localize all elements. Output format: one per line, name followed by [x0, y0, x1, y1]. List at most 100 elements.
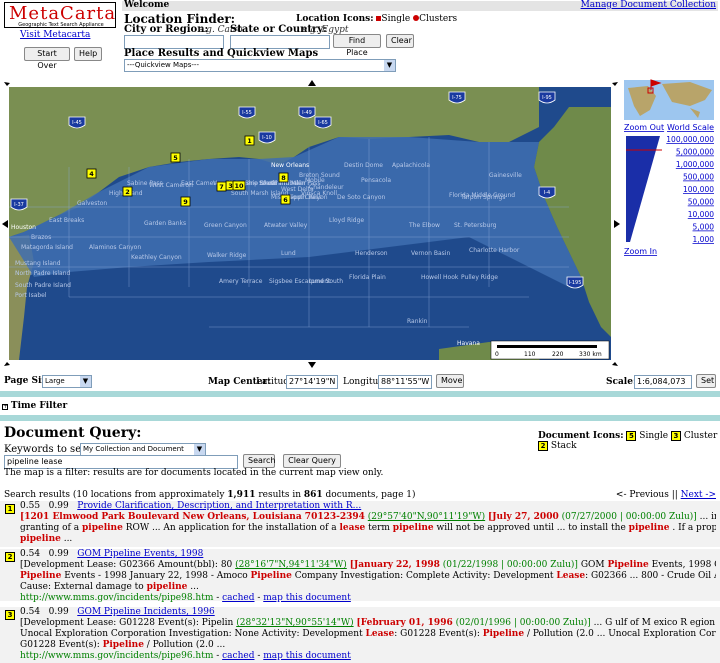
zone-label: Apalachicola [392, 162, 430, 169]
result-place: [1201 Elmwood Park Boulevard New Orleans… [20, 512, 365, 522]
result-coord: (28°32'13"N,90°55'14"W) [236, 618, 354, 628]
zoom-scale-link[interactable]: 5,000,000 [676, 148, 714, 157]
result-links: http://www.mms.gov/incidents/pipe98.htm … [20, 593, 351, 603]
zone-label: Tarpon Springs [460, 194, 506, 201]
zone-label: Lund [281, 250, 296, 257]
map-marker-icon[interactable]: 10 [232, 180, 246, 191]
chevron-down-icon: ▼ [80, 376, 91, 387]
help-button[interactable]: Help [74, 47, 102, 61]
zoom-out-link[interactable]: Zoom Out [624, 123, 664, 132]
location-icons-label: Location Icons: [296, 14, 374, 24]
quickview-select-value: ---Quickview Maps--- [127, 61, 199, 69]
move-button[interactable]: Move [436, 374, 464, 388]
pan-se-arrow[interactable] [612, 362, 618, 366]
find-place-button[interactable]: Find Place [333, 34, 381, 57]
world-scale-link[interactable]: World Scale [667, 123, 714, 132]
zone-label: Lund South [309, 278, 343, 285]
map-marker-icon[interactable]: 7 [216, 181, 227, 192]
highway-shield-label: I-10 [262, 135, 272, 141]
zoom-scale-link[interactable]: 100,000 [683, 185, 714, 194]
zoom-scale-link[interactable]: 5,000 [693, 223, 715, 232]
teal-divider [0, 391, 720, 397]
pan-down-arrow[interactable] [308, 362, 316, 368]
zoom-scale-link[interactable]: 1,000,000 [676, 160, 714, 169]
highway-shield-icon: I-49 [298, 106, 316, 119]
quickview-select[interactable]: ---Quickview Maps--- ▼ [124, 59, 396, 72]
map-marker-icon[interactable]: 1 [244, 135, 255, 146]
pan-nw-arrow[interactable] [4, 82, 10, 86]
clear-location-button[interactable]: Clear [386, 34, 414, 48]
result-title-link[interactable]: GOM Pipeline Incidents, 1996 [77, 607, 214, 617]
zoom-scale-link[interactable]: 100,000,000 [666, 135, 714, 144]
map-marker-icon[interactable]: 5 [170, 152, 181, 163]
longitude-input[interactable]: 88°11'55"W [378, 375, 432, 389]
result-header: 0.54 0.99 GOM Pipeline Incidents, 1996 [20, 607, 716, 618]
summary-middle: results in [255, 490, 304, 500]
scale-input[interactable]: 1:6,084,073 [634, 375, 692, 389]
scale-tick-label: 220 [552, 351, 564, 358]
pagination-separator: || [668, 490, 681, 500]
start-over-button[interactable]: Start Over [24, 47, 70, 70]
result-title-link[interactable]: GOM Pipeline Events, 1998 [77, 549, 203, 559]
result-snippet: GOM Pipeline Events, 1998 Content: Melin… [577, 560, 716, 570]
pan-ne-arrow[interactable] [612, 82, 618, 86]
map-marker-icon[interactable]: 9 [180, 196, 191, 207]
visit-metacarta-link[interactable]: Visit Metacarta [20, 30, 90, 40]
page-size-select[interactable]: Large ▼ [42, 375, 92, 388]
manage-collection-link[interactable]: Manage Document Collection [581, 0, 716, 10]
city-input[interactable] [124, 35, 224, 49]
map-marker-icon[interactable]: 4 [86, 168, 97, 179]
zone-label: Gainesville [489, 172, 522, 179]
zone-label: Green Canyon [204, 222, 247, 229]
zoom-scale-link[interactable]: 1,000 [693, 235, 715, 244]
map-marker-icon[interactable]: 2 [122, 186, 133, 197]
keyword-search-input[interactable]: pipeline lease [4, 455, 238, 469]
cached-link[interactable]: cached [222, 593, 254, 603]
cached-link[interactable]: cached [222, 651, 254, 661]
map-document-link[interactable]: map this document [263, 593, 351, 603]
pan-left-arrow[interactable] [2, 220, 8, 228]
state-input[interactable] [230, 35, 330, 49]
zone-label: Mustang Island [15, 260, 61, 267]
zone-label: Pulley Ridge [461, 274, 498, 281]
zoom-scale-link[interactable]: 500,000 [683, 173, 714, 182]
zone-label: Matagorda Island [21, 244, 73, 251]
pan-up-arrow[interactable] [308, 80, 316, 86]
result-number-icon[interactable]: 2 [5, 552, 15, 562]
zoom-wedge[interactable] [626, 136, 660, 242]
zoom-scale-link[interactable]: 50,000 [688, 198, 714, 207]
legend-stack-label: Stack [550, 441, 577, 451]
highway-shield-label: I-75 [452, 95, 462, 101]
quickview-title: Place Results and Quickview Maps [124, 48, 319, 59]
highway-shield-icon: I-95 [538, 91, 556, 104]
pan-right-arrow[interactable] [614, 220, 620, 228]
set-scale-button[interactable]: Set [696, 374, 716, 388]
search-button[interactable]: Search [243, 454, 275, 468]
next-link[interactable]: Next -> [681, 490, 716, 500]
result-date-detail: (07/27/2000 | 00:00:00 Zulu)] [561, 512, 697, 522]
result-title-link[interactable]: Provide Clarification, Description, and … [77, 501, 361, 511]
result-number-icon[interactable]: 1 [5, 504, 15, 514]
zone-label: De Soto Canyon [337, 194, 386, 201]
zone-label: Charlotte Harbor [469, 247, 520, 254]
map-marker-label: 7 [219, 183, 224, 191]
result-item: 1 0.55 0.99 Provide Clarification, Descr… [0, 501, 720, 547]
zoom-scale-link[interactable]: 10,000 [688, 210, 714, 219]
map-marker-icon[interactable]: 6 [280, 194, 291, 205]
cluster-doc-icon: 3 [670, 431, 681, 441]
latitude-input[interactable]: 27°14'19"N [286, 375, 338, 389]
zoom-in-link[interactable]: Zoom In [624, 247, 657, 256]
map-marker-icon[interactable]: 8 [278, 172, 289, 183]
zone-label: Vernon Basin [411, 250, 450, 257]
clear-query-button[interactable]: Clear Query [283, 454, 341, 468]
time-filter-toggle[interactable]: + Time Filter [2, 401, 67, 411]
map-document-link[interactable]: map this document [263, 651, 351, 661]
result-snippet: Pipeline Events - 1998 January 22, 1998 … [20, 571, 716, 581]
result-date-detail: (02/01/1996 | 00:00:00 Zulu)] [455, 618, 591, 628]
scale-tick-label: 110 [524, 351, 536, 358]
zone-label: Keathley Canyon [131, 254, 182, 261]
zone-label: Rankin [407, 318, 428, 325]
map-marker-label: 2 [125, 188, 130, 196]
result-number-icon[interactable]: 3 [5, 610, 15, 620]
pan-sw-arrow[interactable] [4, 362, 10, 366]
